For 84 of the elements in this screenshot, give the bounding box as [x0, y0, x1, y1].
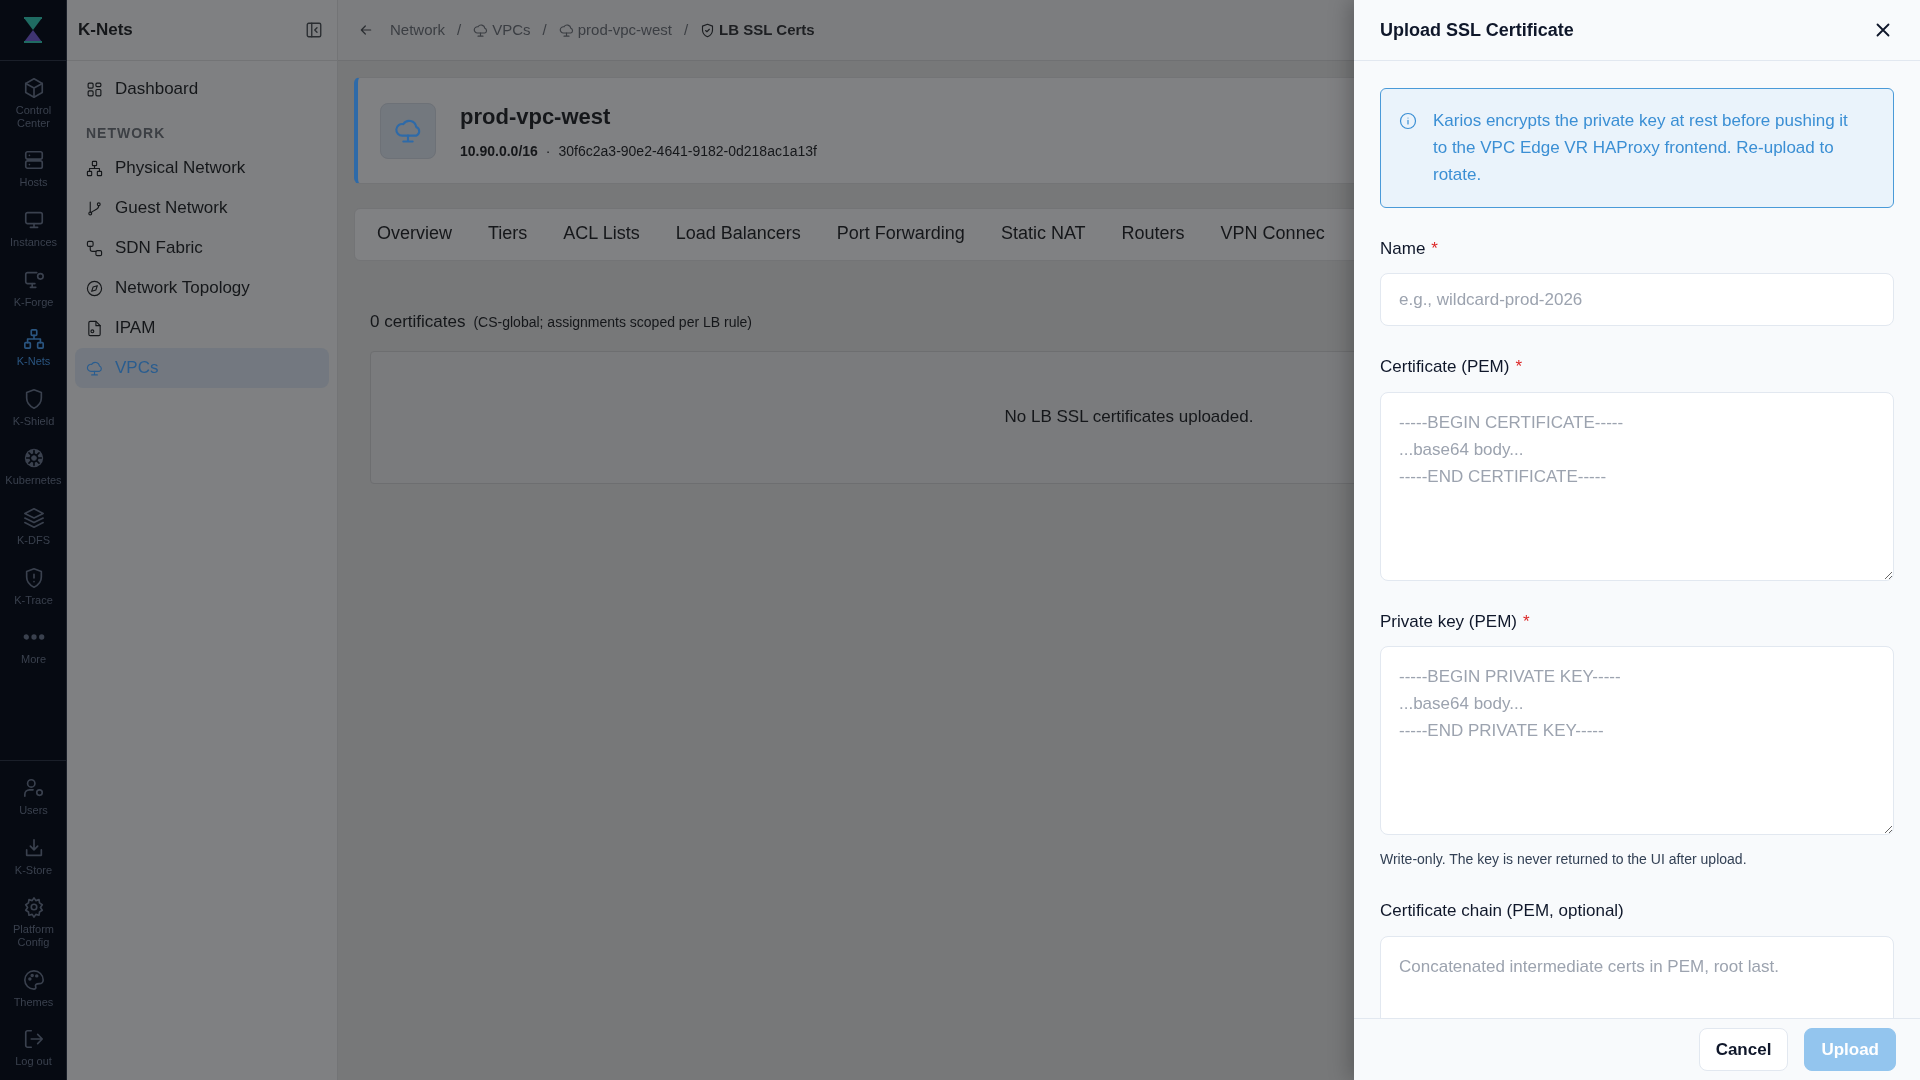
nodes-icon: [86, 239, 103, 257]
sidebar-item[interactable]: VPCs: [75, 348, 329, 388]
rail-item[interactable]: Control Center: [0, 69, 67, 138]
rail-item[interactable]: Hosts: [0, 141, 67, 197]
tab[interactable]: Port Forwarding: [824, 209, 977, 260]
network-icon: [22, 328, 45, 351]
rail-item[interactable]: K-Nets: [0, 320, 67, 376]
cancel-button[interactable]: Cancel: [1698, 1028, 1789, 1071]
back-icon: [358, 22, 374, 38]
rail-item[interactable]: K-Forge: [0, 260, 67, 317]
back-button[interactable]: [358, 22, 374, 38]
vpc-name: prod-vpc-west: [460, 102, 612, 131]
empty-message: No LB SSL certificates uploaded.: [1004, 406, 1254, 429]
grid-icon: [86, 80, 103, 98]
cloud-icon: [558, 22, 574, 38]
layers-icon: [22, 507, 45, 530]
info-icon: [1399, 112, 1417, 130]
logo-icon: [22, 16, 44, 44]
breadcrumb-link[interactable]: prod-vpc-west: [558, 18, 672, 42]
field-label: Name *: [1380, 237, 1439, 260]
sidebar-item[interactable]: SDN Fabric: [75, 228, 329, 268]
sidebar-item[interactable]: Dashboard: [75, 69, 329, 109]
sidebar-item[interactable]: Network Topology: [75, 268, 329, 308]
breadcrumb-link[interactable]: VPCs: [473, 18, 531, 42]
collapse-icon: [305, 21, 323, 39]
breadcrumb-separator: /: [542, 19, 547, 40]
network-icon: [86, 159, 103, 177]
rail-item[interactable]: Log out: [0, 1020, 67, 1076]
tab[interactable]: Routers: [1109, 209, 1197, 260]
rail-item[interactable]: K-DFS: [0, 499, 67, 555]
drawer-title: Upload SSL Certificate: [1380, 18, 1574, 42]
logout-icon: [22, 1028, 45, 1051]
sidebar-title: K-Nets: [78, 19, 133, 42]
cloud-icon: [473, 22, 489, 38]
pem-field[interactable]: -----BEGIN PRIVATE KEY----- ...base64 body... -----END PRIVATE KEY-----: [1380, 646, 1894, 836]
cloud-icon: [86, 359, 103, 377]
rail-item[interactable]: K-Store: [0, 828, 67, 885]
rail-item[interactable]: Instances: [0, 200, 67, 257]
certificate-count: 0 certificates: [370, 311, 466, 333]
sidebar-item[interactable]: Guest Network: [75, 188, 329, 228]
tab[interactable]: Load Balancers: [663, 209, 813, 260]
rail-item[interactable]: Kubernetes: [0, 439, 67, 496]
wheel-icon: [22, 447, 45, 470]
rail-item[interactable]: Platform Config: [0, 888, 67, 957]
field-label: Certificate chain (PEM, optional): [1380, 900, 1625, 923]
info-message: Karios encrypts the private key at rest before pushing it to the VPC Edge VR HAProxy frontend. Re-upload to rotate.: [1433, 110, 1849, 187]
breadcrumb-separator: /: [683, 19, 689, 40]
vpc-cidr: 10.90.0.0/16: [460, 141, 538, 161]
rail-item[interactable]: More: [0, 618, 67, 675]
cube-icon: [22, 77, 45, 99]
tab[interactable]: ACL Lists: [551, 209, 652, 260]
branch-icon: [86, 199, 103, 217]
section-heading: NETWORK: [85, 124, 167, 143]
sidebar-item[interactable]: Physical Network: [75, 148, 329, 188]
rail-item[interactable]: Users: [0, 769, 67, 825]
sidebar-item[interactable]: IPAM: [75, 308, 329, 348]
tab[interactable]: Static NAT: [988, 209, 1098, 260]
more-icon: [22, 634, 45, 641]
palette-icon: [22, 968, 45, 991]
users-icon: [22, 777, 45, 800]
tab[interactable]: Overview: [365, 209, 464, 260]
help-text: Write-only. The key is never returned to the UI after upload.: [1380, 850, 1748, 870]
scope-note: (CS-global; assignments scoped per LB rule): [473, 313, 752, 332]
compass-icon: [86, 279, 103, 297]
collapse-sidebar-button[interactable]: [305, 21, 323, 39]
tab[interactable]: Tiers: [476, 209, 540, 260]
rail-item[interactable]: K-Trace: [0, 558, 67, 615]
pem-field[interactable]: Concatenated intermediate certs in PEM, root last.: [1380, 935, 1894, 1018]
pem-field[interactable]: -----BEGIN CERTIFICATE----- ...base64 body... -----END CERTIFICATE-----: [1380, 391, 1894, 581]
meta-separator: ·: [545, 141, 551, 161]
rail-item[interactable]: K-Shield: [0, 379, 67, 436]
breadcrumb-link[interactable]: LB SSL Certs: [700, 18, 815, 42]
server-icon: [22, 149, 45, 172]
file-icon: [86, 319, 103, 337]
breadcrumb-separator: /: [457, 19, 462, 40]
settings-icon: [22, 896, 45, 919]
shield-icon: [700, 22, 716, 38]
field-label: Private key (PEM) *: [1380, 610, 1531, 633]
breadcrumb-link[interactable]: Network: [390, 18, 445, 42]
field-label: Certificate (PEM) *: [1380, 356, 1524, 379]
vpc-id: 30f6c2a3-90e2-4641-9182-0d218ac1a13f: [558, 141, 817, 161]
tab[interactable]: VPN Connec: [1208, 209, 1337, 260]
name-field[interactable]: e.g., wildcard-prod-2026: [1380, 273, 1894, 327]
rail-item[interactable]: Themes: [0, 960, 67, 1017]
